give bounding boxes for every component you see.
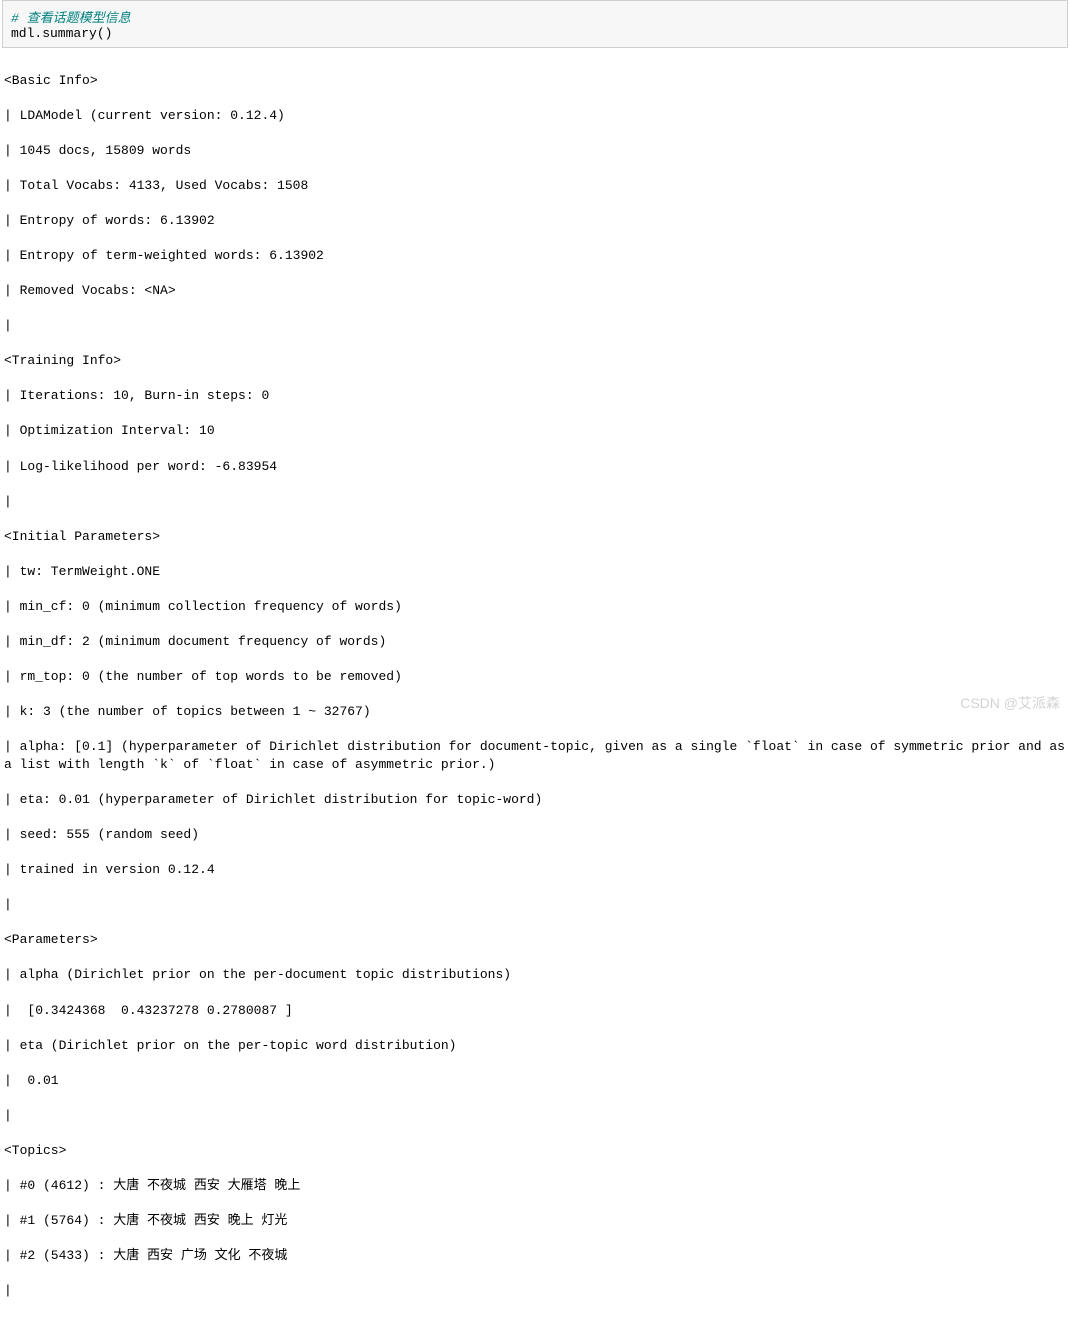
watermark: CSDN @艾派森 <box>960 693 1060 713</box>
code-comment: # 查看话题模型信息 <box>11 7 1059 26</box>
initial-params-eta: | eta: 0.01 (hyperparameter of Dirichlet… <box>4 791 1066 809</box>
training-info-iterations: | Iterations: 10, Burn-in steps: 0 <box>4 387 1066 405</box>
basic-info-docs: | 1045 docs, 15809 words <box>4 142 1066 160</box>
code-call: mdl.summary() <box>11 26 1059 41</box>
initial-params-alpha: | alpha: [0.1] (hyperparameter of Dirich… <box>4 738 1066 773</box>
parameters-eta-label: | eta (Dirichlet prior on the per-topic … <box>4 1037 1066 1055</box>
output-block: <Basic Info> | LDAModel (current version… <box>0 52 1070 1319</box>
topics-header: <Topics> <box>4 1142 1066 1160</box>
initial-params-header: <Initial Parameters> <box>4 528 1066 546</box>
training-info-end: | <box>4 493 1066 511</box>
initial-params-tw: | tw: TermWeight.ONE <box>4 563 1066 581</box>
training-info-header: <Training Info> <box>4 352 1066 370</box>
parameters-eta-value: | 0.01 <box>4 1072 1066 1090</box>
parameters-alpha-values: | [0.3424368 0.43237278 0.2780087 ] <box>4 1002 1066 1020</box>
basic-info-model: | LDAModel (current version: 0.12.4) <box>4 107 1066 125</box>
training-info-loglik: | Log-likelihood per word: -6.83954 <box>4 458 1066 476</box>
initial-params-rm-top: | rm_top: 0 (the number of top words to … <box>4 668 1066 686</box>
topics-end: | <box>4 1282 1066 1300</box>
topic-2: | #2 (5433) : 大唐 西安 广场 文化 不夜城 <box>4 1247 1066 1265</box>
basic-info-vocabs: | Total Vocabs: 4133, Used Vocabs: 1508 <box>4 177 1066 195</box>
initial-params-k: | k: 3 (the number of topics between 1 ~… <box>4 703 1066 721</box>
parameters-end: | <box>4 1107 1066 1125</box>
initial-params-min-df: | min_df: 2 (minimum document frequency … <box>4 633 1066 651</box>
training-info-optimization: | Optimization Interval: 10 <box>4 422 1066 440</box>
basic-info-header: <Basic Info> <box>4 72 1066 90</box>
topic-1: | #1 (5764) : 大唐 不夜城 西安 晚上 灯光 <box>4 1212 1066 1230</box>
basic-info-entropy-tw: | Entropy of term-weighted words: 6.1390… <box>4 247 1066 265</box>
basic-info-entropy-words: | Entropy of words: 6.13902 <box>4 212 1066 230</box>
initial-params-min-cf: | min_cf: 0 (minimum collection frequenc… <box>4 598 1066 616</box>
parameters-header: <Parameters> <box>4 931 1066 949</box>
basic-info-end: | <box>4 317 1066 335</box>
basic-info-removed: | Removed Vocabs: <NA> <box>4 282 1066 300</box>
initial-params-end: | <box>4 896 1066 914</box>
initial-params-trained: | trained in version 0.12.4 <box>4 861 1066 879</box>
topic-0: | #0 (4612) : 大唐 不夜城 西安 大雁塔 晚上 <box>4 1177 1066 1195</box>
parameters-alpha-label: | alpha (Dirichlet prior on the per-docu… <box>4 966 1066 984</box>
code-cell: # 查看话题模型信息 mdl.summary() <box>2 0 1068 48</box>
initial-params-seed: | seed: 555 (random seed) <box>4 826 1066 844</box>
